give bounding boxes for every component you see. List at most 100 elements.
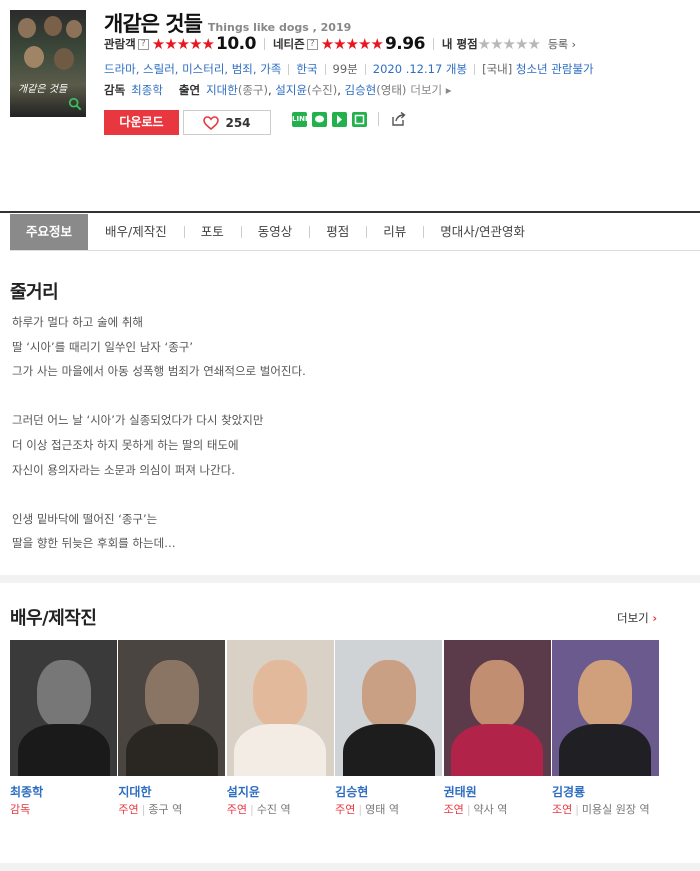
chevron-right-icon: › (652, 611, 658, 625)
role-name: 미용실 원장 역 (581, 803, 650, 816)
person-silhouette (36, 660, 91, 728)
person-photo[interactable] (118, 640, 226, 776)
tab-bar: 주요정보 배우/제작진 포토 동영상 평점 리뷰 명대사/연관영화 (10, 214, 542, 250)
cast-card[interactable]: 최종학 감독 (10, 640, 118, 819)
movie-poster[interactable]: 개같은 것들 (10, 10, 86, 117)
credits-more-link[interactable]: 더보기 ▸ (410, 82, 451, 98)
tab-rating[interactable]: 평점 (309, 214, 366, 250)
divider (474, 63, 476, 75)
cast-card[interactable]: 권태원 조연 | 약사 역 (443, 640, 552, 819)
role-type: 조연 (551, 803, 573, 816)
synopsis-text: 하루가 멀다 하고 술에 취해 딸 ‘시아’를 때리기 일쑤인 남자 ‘종구’ … (12, 310, 306, 556)
poster-face (66, 20, 82, 38)
synopsis-line (12, 482, 306, 507)
release-date-link[interactable]: 2020 .12.17 개봉 (373, 61, 467, 77)
tab-photo[interactable]: 포토 (183, 214, 241, 250)
cast-role: (영태) (376, 83, 407, 97)
sms-icon[interactable] (352, 111, 367, 127)
director-link[interactable]: 최종학 (131, 82, 163, 98)
role-separator: | (141, 803, 146, 816)
person-name[interactable]: 김경룡 (552, 783, 660, 801)
kakao-talk-icon[interactable] (312, 111, 327, 127)
like-count: 254 (225, 115, 251, 130)
cast-section-title: 배우/제작진 (10, 608, 97, 629)
register-rating-link[interactable]: 등록 › (548, 36, 576, 52)
divider (324, 63, 326, 75)
tab-cast-crew[interactable]: 배우/제작진 (88, 214, 184, 250)
poster-caption: 개같은 것들 (18, 84, 68, 95)
my-rating-stars[interactable]: ★★★★★ (478, 35, 541, 53)
person-role: 조연 | 미용실 원장 역 (552, 801, 660, 819)
tab-quotes-related[interactable]: 명대사/연관영화 (423, 214, 542, 250)
person-photo[interactable] (335, 640, 443, 776)
my-rating-label: 내 평점 (441, 37, 478, 51)
poster-face (18, 18, 36, 38)
poster-face (44, 16, 62, 36)
chevron-right-icon: › (571, 38, 577, 51)
divider (364, 63, 366, 75)
person-role: 주연 | 종구 역 (118, 801, 226, 819)
like-button[interactable]: 254 (183, 110, 271, 135)
register-rating-label: 등록 (547, 38, 569, 51)
synopsis-line: 인생 밑바닥에 떨어진 ‘종구’는 (12, 511, 158, 526)
person-photo[interactable] (226, 640, 334, 776)
person-name[interactable]: 권태원 (444, 783, 552, 801)
role-separator: | (466, 803, 471, 816)
synopsis-title: 줄거리 (10, 282, 59, 303)
cast-role: (수진) (307, 83, 338, 97)
synopsis-line: 더 이상 접근조차 하지 못하게 하는 딸의 태도에 (12, 437, 239, 452)
role-name: 수진 역 (256, 803, 291, 816)
cast-card[interactable]: 설지윤 주연 | 수진 역 (226, 640, 335, 819)
person-photo[interactable] (551, 640, 659, 776)
person-name[interactable]: 김승현 (335, 783, 443, 801)
person-photo[interactable] (443, 640, 551, 776)
download-button[interactable]: 다운로드 (104, 110, 179, 135)
help-icon[interactable]: ? (306, 38, 318, 50)
help-icon[interactable]: ? (137, 38, 149, 50)
tabs-top-border (0, 211, 700, 213)
person-role: 주연 | 수진 역 (227, 801, 335, 819)
divider (378, 112, 379, 126)
band-icon[interactable] (332, 111, 347, 127)
netizen-score: 9.96 (384, 34, 425, 54)
cast-link[interactable]: 김승현 (345, 82, 377, 98)
person-photo[interactable] (10, 640, 117, 776)
caret-right-icon: ▸ (445, 83, 452, 97)
age-rating-link[interactable]: 청소년 관람불가 (516, 61, 594, 77)
tab-main-info[interactable]: 주요정보 (10, 214, 89, 250)
role-name: 종구 역 (148, 803, 183, 816)
country-link[interactable]: 한국 (296, 61, 317, 77)
section-divider (0, 575, 700, 583)
tabs-bottom-border (10, 250, 700, 251)
line-icon[interactable]: LINE (292, 111, 310, 127)
synopsis-line: 그가 사는 마을에서 아동 성폭행 범죄가 연쇄적으로 벌어진다. (12, 364, 306, 379)
synopsis-line: 딸을 향한 뒤늦은 후회를 하는데… (12, 536, 176, 551)
person-name[interactable]: 최종학 (10, 783, 118, 801)
genre-links[interactable]: 드라마, 스릴러, 미스터리, 범죄, 가족 (104, 61, 281, 77)
cast-link[interactable]: 설지윤 (275, 82, 307, 98)
cast-card[interactable]: 김경룡 조연 | 미용실 원장 역 (551, 640, 660, 819)
rating-prefix: [국내] (482, 62, 513, 76)
cast-more-link[interactable]: 더보기 › (617, 610, 657, 626)
person-silhouette (361, 660, 416, 728)
synopsis-line: 자신이 용의자라는 소문과 의심이 퍼져 나간다. (12, 462, 235, 477)
person-silhouette (234, 724, 327, 776)
netizen-stars: ★★★★★ (320, 35, 384, 53)
person-name[interactable]: 지대한 (118, 783, 226, 801)
synopsis-line: 딸 ‘시아’를 때리기 일쑤인 남자 ‘종구’ (12, 339, 194, 354)
tab-review[interactable]: 리뷰 (366, 214, 423, 250)
cast-list: 최종학 감독 지대한 주연 | 종구 역 설지윤 주연 | 수진 역 김승현 주연 | 영태… (10, 640, 660, 819)
search-icon[interactable] (68, 97, 82, 111)
audience-score: 10.0 (216, 34, 256, 54)
person-role: 조연 | 약사 역 (444, 801, 552, 819)
cast-card[interactable]: 지대한 주연 | 종구 역 (118, 640, 226, 819)
share-icon[interactable] (390, 111, 406, 127)
audience-rating-label: 관람객 (104, 37, 136, 51)
cast-card[interactable]: 김승현 주연 | 영태 역 (335, 640, 443, 819)
role-type: 조연 (443, 803, 464, 816)
role-separator: | (358, 803, 363, 816)
tab-video[interactable]: 동영상 (240, 214, 310, 250)
person-name[interactable]: 설지윤 (227, 783, 335, 801)
cast-link[interactable]: 지대한 (206, 82, 238, 98)
divider (288, 63, 290, 75)
